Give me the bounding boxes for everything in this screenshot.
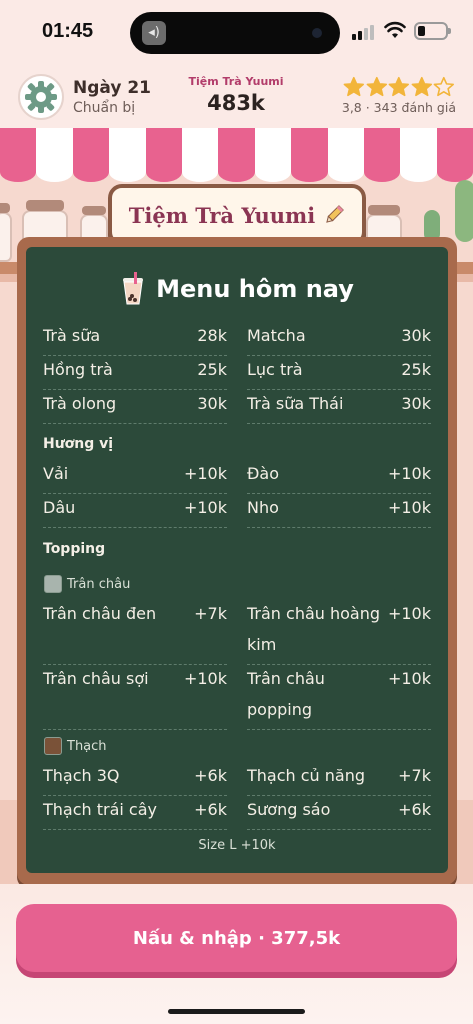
rating-summary: 3,8 · 343 đánh giá [341,100,456,115]
pencil-icon[interactable] [323,204,345,226]
status-time: 01:45 [42,20,94,42]
menu-item-name: Dâu [43,498,76,517]
menu-item[interactable]: Lục trà 25k [247,356,431,390]
menu-item[interactable]: Đào +10k [247,460,431,494]
menu-item-price: 30k [401,326,431,345]
menu-item[interactable]: Trân châu sợi +10k [43,665,227,730]
menu-item[interactable]: Trà sữa Thái 30k [247,390,431,424]
menu-item-price: +7k [194,604,227,623]
menu-item-name: Trân châu đen [43,604,157,623]
star-filled-icon [366,76,387,97]
jelly-subsection-label: Thạch [67,738,107,754]
size-note: Size L +10k [198,838,276,853]
rating-stars [343,76,455,98]
menu-item-price: 30k [401,394,431,413]
menu-item-name: Thạch trái cây [43,800,157,819]
menu-item-name: Trân châu sợi [43,669,149,688]
menu-item-name: Sương sáo [247,800,331,819]
menu-item-price: +10k [183,498,227,517]
money-balance: 483k [207,91,265,115]
menu-item[interactable]: Sương sáo +6k [247,796,431,830]
pearl-subsection: Trân châu [44,575,130,593]
star-filled-icon [411,76,432,97]
menu-item-name: Trân châu popping [247,669,325,719]
menu-item-name: Thạch củ năng [247,766,366,785]
menu-item-name: Nho [247,498,279,517]
jelly-swatch-icon [44,737,62,755]
topping-section-label: Topping [43,541,106,557]
menu-item-name: Lục trà [247,360,303,379]
shop-awning [0,128,473,182]
shop-sign-title: Tiệm Trà Yuumi [128,202,316,228]
menu-item[interactable]: Thạch 3Q +6k [43,762,227,796]
menu-item-name: Vải [43,464,69,483]
menu-item-price: +10k [387,604,431,623]
menu-item-name: Trà olong [43,394,117,413]
jar-decoration [0,212,12,262]
gear-icon [25,81,57,113]
menu-item[interactable]: Trân châu popping +10k [247,665,431,730]
jelly-subsection: Thạch [44,737,107,755]
menu-item-price: +10k [387,669,431,688]
day-label: Ngày 21 [73,78,152,98]
pearl-subsection-label: Trân châu [67,576,131,592]
menu-item-price: 25k [401,360,431,379]
cook-and-restock-button[interactable]: Nấu & nhập · 377,5k [16,904,457,972]
star-filled-icon [388,76,410,97]
menu-item-name: Trà sữa [43,326,101,345]
menu-header: Menu hôm nay [26,272,448,306]
menu-item-price: +10k [183,464,227,483]
menu-item-price: +10k [387,498,431,517]
menu-title: Menu hôm nay [156,275,354,303]
menu-item[interactable]: Trân châu đen +7k [43,600,227,665]
menu-item[interactable]: Trân châu hoàng kim +10k [247,600,431,665]
menu-item-price: +6k [194,800,227,819]
menu-item[interactable]: Thạch củ năng +7k [247,762,431,796]
pearl-swatch-icon [44,575,62,593]
settings-button[interactable] [18,74,64,120]
status-bar: 01:45 ◂) [0,0,473,66]
menu-item-price: +10k [387,464,431,483]
star-filled-icon [343,76,365,97]
speaker-icon: ◂) [142,21,166,45]
cook-and-restock-label: Nấu & nhập · 377,5k [132,927,341,949]
menu-item-name: Trà sữa Thái [247,394,344,413]
menu-item[interactable]: Hồng trà 25k [43,356,227,390]
wifi-icon [384,21,406,38]
cellular-signal-icon [352,24,376,40]
menu-item-price: 28k [197,326,227,345]
game-header: Ngày 21 Chuẩn bị Tiệm Trà Yuumi 483k 3,8… [0,66,473,128]
bubble-tea-icon [123,272,144,305]
menu-item-name: Matcha [247,326,306,345]
home-indicator[interactable] [168,1009,305,1014]
menu-item[interactable]: Vải +10k [43,460,227,494]
menu-item-price: 30k [197,394,227,413]
menu-item-name: Trân châu hoàng kim [247,604,381,654]
menu-item[interactable]: Trà sữa 28k [43,322,227,356]
menu-item-price: +6k [194,766,227,785]
menu-item-name: Thạch 3Q [43,766,120,785]
flavor-section-label: Hương vị [43,436,114,452]
menu-item-price: 25k [197,360,227,379]
menu-item-price: +7k [398,766,431,785]
dynamic-island: ◂) [130,12,340,54]
menu-item[interactable]: Thạch trái cây +6k [43,796,227,830]
menu-item[interactable]: Trà olong 30k [43,390,227,424]
star-outline-icon [433,76,455,97]
plant-decoration [455,180,473,242]
menu-item[interactable]: Dâu +10k [43,494,227,528]
menu-item[interactable]: Nho +10k [247,494,431,528]
day-phase: Chuẩn bị [73,100,136,116]
shop-name-small: Tiệm Trà Yuumi [188,75,284,88]
battery-icon [414,22,451,40]
menu-item-name: Hồng trà [43,360,113,379]
camera-icon [312,28,322,38]
menu-item-price: +10k [183,669,227,688]
menu-item-price: +6k [398,800,431,819]
menu-item-name: Đào [247,464,279,483]
menu-item[interactable]: Matcha 30k [247,322,431,356]
